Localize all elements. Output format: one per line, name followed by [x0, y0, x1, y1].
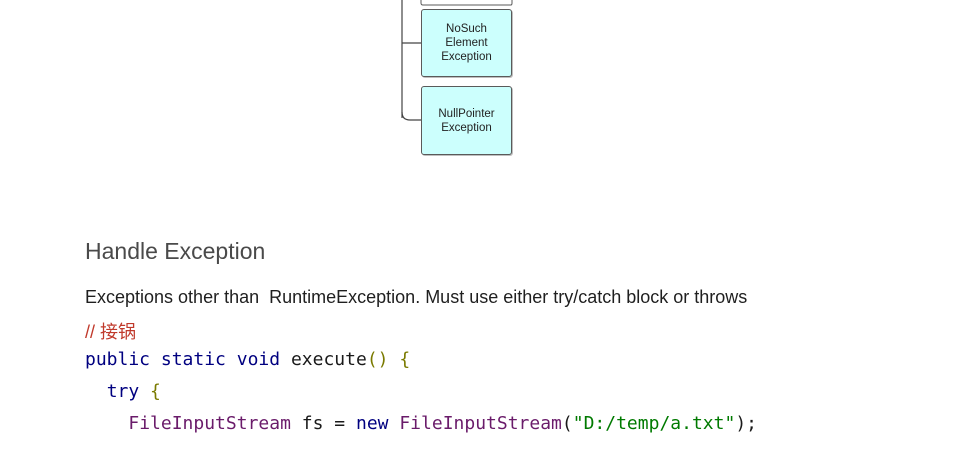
method-name: execute: [290, 349, 367, 370]
section-heading: Handle Exception: [85, 238, 266, 264]
exception-hierarchy-diagram: NoSuch Element Exception NullPointer Exc…: [0, 0, 965, 170]
branch-line-2: [401, 111, 421, 121]
document-page: NoSuch Element Exception NullPointer Exc…: [0, 0, 965, 452]
keyword-new: new: [355, 413, 389, 434]
code-line-fileinputstream: FileInputStream fs = new FileInputStream…: [85, 413, 757, 434]
keyword-void: void: [236, 349, 281, 370]
code-line-try: try {: [85, 381, 161, 402]
code-comment: // 接锅: [85, 322, 137, 342]
section-description: Exceptions other than RuntimeException. …: [85, 287, 748, 307]
string-literal-path: "D:/temp/a.txt": [572, 413, 736, 434]
open-brace: {: [399, 349, 411, 370]
code-line-method-signature: public static void execute() {: [85, 349, 410, 370]
variable-fs: fs: [301, 413, 324, 434]
keyword-public: public: [85, 349, 151, 370]
constructor-fileinputstream: FileInputStream: [399, 413, 562, 434]
keyword-try: try: [106, 381, 140, 402]
close-paren-semicolon: );: [735, 413, 757, 434]
node-nosuchelementexception: NoSuch Element Exception: [421, 9, 512, 77]
node-nullpointerexception: NullPointer Exception: [421, 86, 512, 155]
open-paren: (: [561, 413, 573, 434]
method-parens: (): [366, 349, 389, 370]
keyword-static: static: [160, 349, 226, 370]
try-open-brace: {: [150, 381, 161, 402]
cut-off-node-edge: [420, 0, 513, 6]
assign-operator: =: [334, 413, 346, 434]
type-fileinputstream: FileInputStream: [128, 413, 291, 434]
